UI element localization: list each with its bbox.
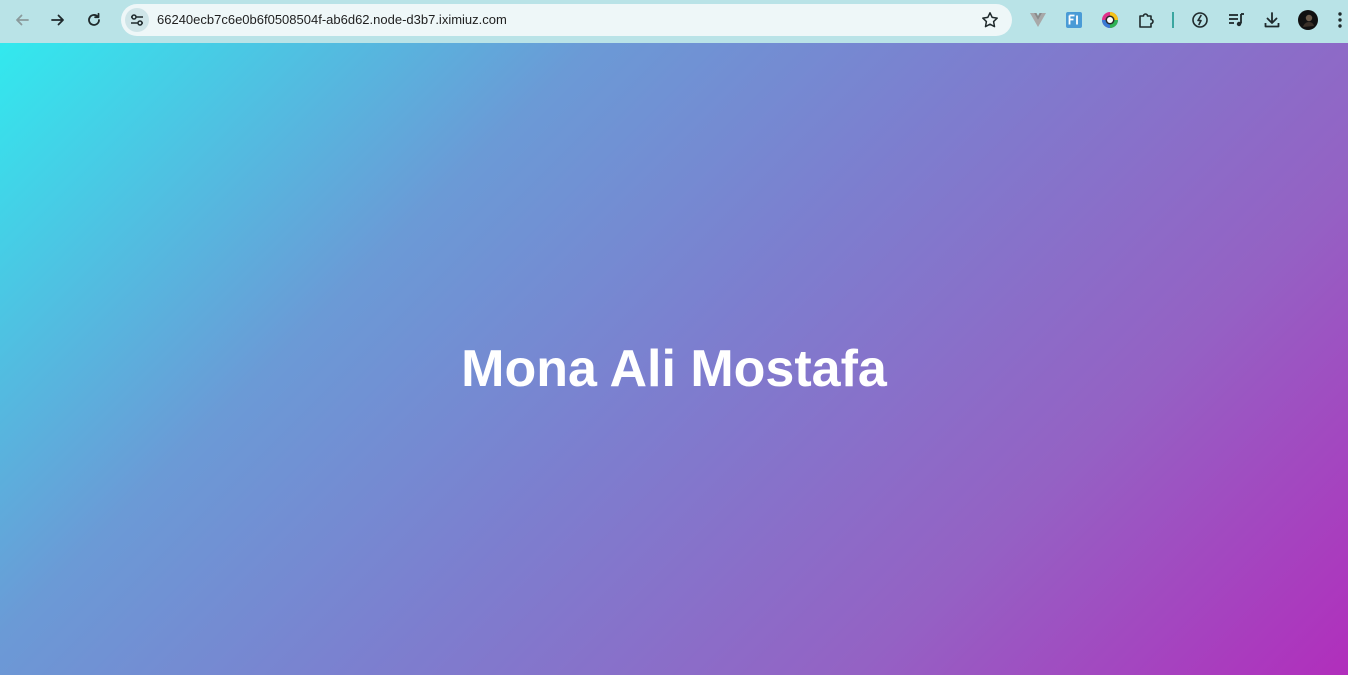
forward-arrow-icon [51, 14, 64, 26]
tune-icon [131, 14, 143, 26]
bookmark-star-button[interactable] [980, 10, 1000, 30]
browser-toolbar: 66240ecb7c6e0b6f0508504f-ab6d62.node-d3b… [0, 0, 1348, 43]
extensions-puzzle-icon [1139, 13, 1154, 28]
vuejs-devtools-icon [1030, 13, 1046, 27]
back-button[interactable] [8, 6, 36, 34]
fi-extension-icon [1066, 12, 1082, 28]
url-text[interactable]: 66240ecb7c6e0b6f0508504f-ab6d62.node-d3b… [157, 12, 507, 28]
more-vertical-icon [1338, 12, 1342, 28]
download-icon [1264, 12, 1280, 28]
color-picker-extension[interactable] [1099, 9, 1121, 31]
page-content: Mona Ali Mostafa [0, 43, 1348, 675]
star-icon [982, 12, 998, 28]
performance-button[interactable] [1189, 9, 1211, 31]
reload-icon [88, 12, 100, 26]
chrome-menu-button[interactable] [1332, 9, 1348, 31]
color-picker-icon [1102, 12, 1118, 28]
extensions-button[interactable] [1135, 9, 1157, 31]
site-info-button[interactable] [125, 8, 149, 32]
toolbar-divider [1172, 12, 1174, 28]
forward-button[interactable] [44, 6, 72, 34]
address-bar[interactable]: 66240ecb7c6e0b6f0508504f-ab6d62.node-d3b… [121, 4, 1012, 36]
media-controls-icon [1229, 13, 1244, 27]
fi-extension[interactable] [1063, 9, 1085, 31]
reload-button[interactable] [80, 6, 108, 34]
download-button[interactable] [1261, 9, 1283, 31]
vuejs-devtools-extension[interactable] [1027, 9, 1049, 31]
page-title: Mona Ali Mostafa [461, 339, 887, 398]
performance-icon [1192, 12, 1208, 28]
media-controls-button[interactable] [1225, 9, 1247, 31]
back-arrow-icon [16, 14, 29, 26]
profile-button[interactable] [1297, 9, 1319, 31]
profile-avatar [1298, 10, 1318, 30]
